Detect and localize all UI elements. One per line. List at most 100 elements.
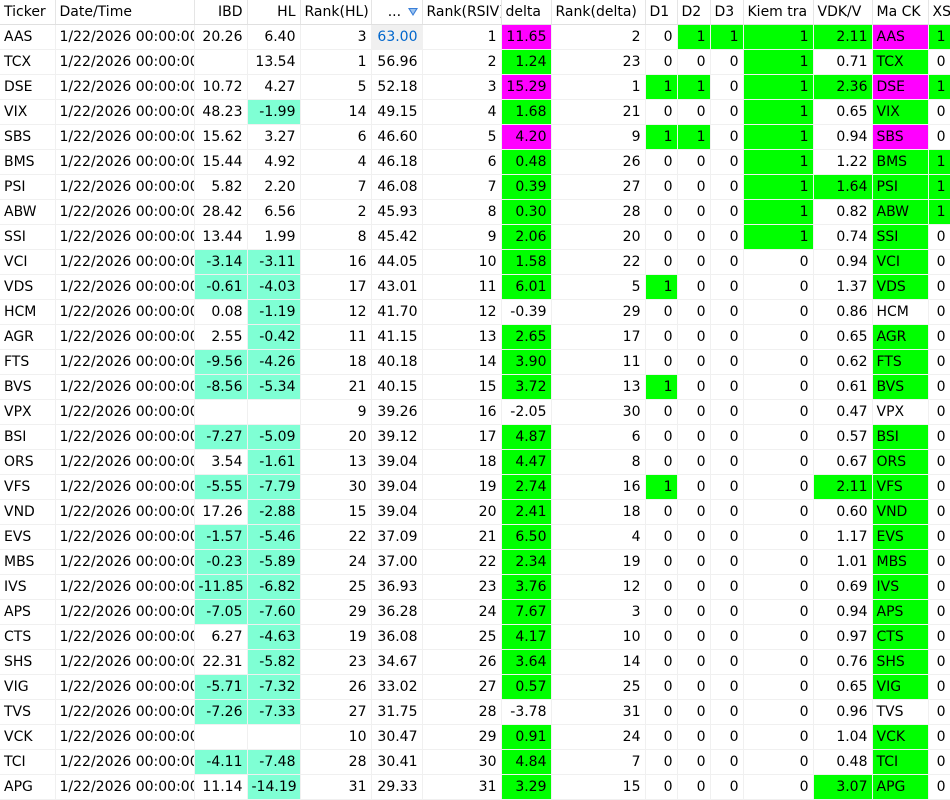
cell-delta[interactable]: -0.39 [501,299,552,325]
cell-rank-rsiv[interactable]: 28 [422,699,502,725]
cell-ticker[interactable]: IVS [0,574,56,600]
column-header-hl[interactable]: HL [247,0,301,25]
cell-d1[interactable]: 0 [645,299,678,325]
cell-vdk-v[interactable]: 0.62 [813,349,873,375]
cell-vdk-v[interactable]: 0.69 [813,574,873,600]
cell-rank-hl[interactable]: 21 [300,374,372,400]
cell-vdk-v[interactable]: 0.94 [813,599,873,625]
cell-vdk-v[interactable]: 1.22 [813,149,873,175]
cell-kiem-tra[interactable]: 0 [743,749,814,775]
cell-d2[interactable]: 0 [677,699,711,725]
cell-xs[interactable]: 0 [928,224,950,250]
table-row[interactable]: APS 1/22/2026 00:00:00 -7.05 -7.60 29 36.28 24… [0,599,950,625]
cell-rank-delta[interactable]: 4 [551,524,646,550]
cell-ticker[interactable]: AAS [0,24,56,50]
cell-ma-ck[interactable]: SHS [872,649,929,675]
cell-xs[interactable]: 0 [928,649,950,675]
cell-rank-delta[interactable]: 20 [551,224,646,250]
cell-ibd[interactable]: -9.56 [194,349,248,375]
cell-d3[interactable]: 0 [710,124,744,150]
cell-ma-ck[interactable]: VIX [872,99,929,125]
cell-ibd[interactable]: -11.85 [194,574,248,600]
cell-rank-rsiv[interactable]: 18 [422,449,502,475]
cell-delta[interactable]: 0.30 [501,199,552,225]
cell-rank-delta[interactable]: 22 [551,249,646,275]
cell-datetime[interactable]: 1/22/2026 00:00:00 [55,24,195,50]
cell-ibd[interactable]: -1.57 [194,524,248,550]
cell-rank-hl[interactable]: 20 [300,424,372,450]
cell-xs[interactable]: 1 [928,24,950,50]
cell-xs[interactable]: 0 [928,474,950,500]
cell-d1[interactable]: 0 [645,249,678,275]
cell-kiem-tra[interactable]: 0 [743,699,814,725]
cell-ticker[interactable]: MBS [0,549,56,575]
cell-d1[interactable]: 1 [645,274,678,300]
cell-rank-rsiv[interactable]: 19 [422,474,502,500]
cell-xs[interactable]: 0 [928,249,950,275]
cell-d1[interactable]: 0 [645,324,678,350]
cell-rank-delta[interactable]: 2 [551,24,646,50]
cell-ibd[interactable]: -5.55 [194,474,248,500]
cell-kiem-tra[interactable]: 0 [743,249,814,275]
cell-vdk-v[interactable]: 1.64 [813,174,873,200]
cell-datetime[interactable]: 1/22/2026 00:00:00 [55,699,195,725]
cell-d1[interactable]: 0 [645,774,678,800]
cell-ma-ck[interactable]: SBS [872,124,929,150]
cell-ibd[interactable] [194,724,248,750]
cell-datetime[interactable]: 1/22/2026 00:00:00 [55,49,195,75]
cell-ibd[interactable]: 20.26 [194,24,248,50]
cell-d3[interactable]: 0 [710,49,744,75]
cell-rank-hl[interactable]: 10 [300,724,372,750]
cell-rank-delta[interactable]: 17 [551,324,646,350]
cell-vdk-v[interactable]: 3.07 [813,774,873,800]
cell-ticker[interactable]: SSI [0,224,56,250]
cell-datetime[interactable]: 1/22/2026 00:00:00 [55,749,195,775]
cell-rsiv[interactable]: 33.02 [371,674,423,700]
cell-xs[interactable]: 0 [928,749,950,775]
cell-d1[interactable]: 1 [645,124,678,150]
cell-d3[interactable]: 0 [710,624,744,650]
cell-d2[interactable]: 0 [677,299,711,325]
cell-kiem-tra[interactable]: 0 [743,324,814,350]
cell-hl[interactable]: -4.26 [247,349,301,375]
table-row[interactable]: SBS 1/22/2026 00:00:00 15.62 3.27 6 46.60 5 4.2… [0,124,950,150]
cell-delta[interactable]: 7.67 [501,599,552,625]
cell-kiem-tra[interactable]: 0 [743,774,814,800]
cell-ticker[interactable]: BSI [0,424,56,450]
cell-d1[interactable]: 1 [645,474,678,500]
cell-rsiv[interactable]: 39.26 [371,399,423,425]
cell-rank-delta[interactable]: 3 [551,599,646,625]
cell-ibd[interactable]: 15.44 [194,149,248,175]
cell-delta[interactable]: 6.01 [501,274,552,300]
cell-kiem-tra[interactable]: 0 [743,449,814,475]
cell-ma-ck[interactable]: MBS [872,549,929,575]
cell-delta[interactable]: 3.29 [501,774,552,800]
cell-hl[interactable]: 6.56 [247,199,301,225]
cell-ibd[interactable]: 15.62 [194,124,248,150]
cell-rank-hl[interactable]: 11 [300,324,372,350]
cell-ma-ck[interactable]: VND [872,499,929,525]
cell-rank-delta[interactable]: 26 [551,149,646,175]
cell-rank-delta[interactable]: 16 [551,474,646,500]
cell-rank-hl[interactable]: 19 [300,624,372,650]
cell-delta[interactable]: 11.65 [501,24,552,50]
cell-d3[interactable]: 0 [710,249,744,275]
cell-xs[interactable]: 0 [928,299,950,325]
cell-rank-delta[interactable]: 27 [551,174,646,200]
cell-rank-delta[interactable]: 11 [551,349,646,375]
cell-rank-hl[interactable]: 26 [300,674,372,700]
cell-ibd[interactable]: 5.82 [194,174,248,200]
cell-hl[interactable]: 13.54 [247,49,301,75]
cell-datetime[interactable]: 1/22/2026 00:00:00 [55,499,195,525]
cell-hl[interactable]: 4.92 [247,149,301,175]
cell-hl[interactable]: -1.61 [247,449,301,475]
cell-delta[interactable]: 4.87 [501,424,552,450]
cell-xs[interactable]: 0 [928,399,950,425]
cell-d2[interactable]: 0 [677,174,711,200]
cell-rank-rsiv[interactable]: 2 [422,49,502,75]
cell-kiem-tra[interactable]: 0 [743,349,814,375]
cell-hl[interactable]: -1.99 [247,99,301,125]
cell-rank-hl[interactable]: 17 [300,274,372,300]
cell-d3[interactable]: 0 [710,374,744,400]
cell-hl[interactable]: -5.82 [247,649,301,675]
